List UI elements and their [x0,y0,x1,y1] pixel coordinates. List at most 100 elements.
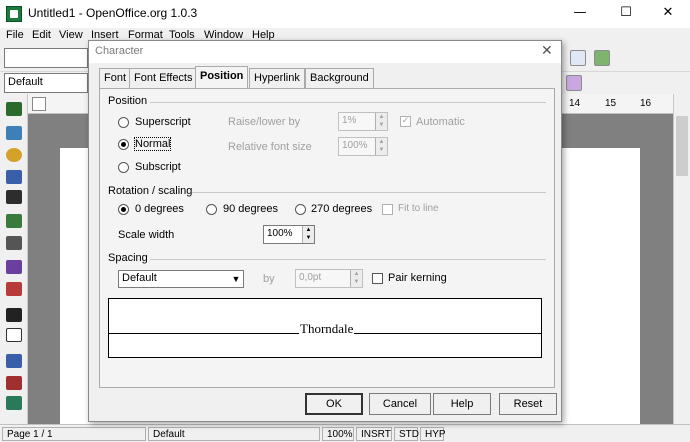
chevron-down-icon[interactable]: ▼ [229,271,243,287]
insert-objects-icon[interactable] [6,148,22,162]
status-page-style[interactable]: Default [148,427,320,441]
automatic-checkbox[interactable]: ✓ [400,116,411,127]
insert-fields-icon[interactable] [6,126,22,140]
scale-width-value: 100% [267,228,293,239]
pair-kerning-checkbox[interactable] [372,273,383,284]
raise-lower-label: Raise/lower by [228,116,301,128]
dialog-titlebar: Character ✕ [89,41,561,63]
superscript-radio[interactable] [118,117,129,128]
separator [150,102,546,103]
vertical-scrollbar[interactable] [673,94,690,424]
separator [192,192,546,193]
automatic-label: Automatic [416,116,465,128]
tab-stop-selector[interactable] [32,97,46,111]
spacing-mode-select[interactable]: Default ▼ [118,270,244,288]
ruler-mark: 14 [569,98,581,109]
status-insert-mode[interactable]: INSRT [356,427,392,441]
raise-lower-value: 1% [342,115,357,126]
relative-font-size-field[interactable]: 100% ▲ ▼ [338,137,388,156]
html-source-icon[interactable] [6,328,22,342]
preview-box: Thorndale [108,298,542,358]
tab-font-effects[interactable]: Font Effects [129,68,198,88]
character-dialog: Character ✕ Font Font Effects Position H… [88,40,562,422]
form-functions-icon[interactable] [6,190,22,204]
pair-kerning-label[interactable]: Pair kerning [388,272,447,284]
statusbar: Page 1 / 1 Default 100% INSRT STD HYP [0,424,690,442]
url-combo[interactable] [4,48,88,68]
status-hyphenation[interactable]: HYP [420,427,446,441]
spin-buttons-icon[interactable]: ▲ ▼ [375,138,387,155]
scale-width-field[interactable]: 100% ▲ ▼ [263,225,315,244]
help-button[interactable]: Help [433,393,491,415]
status-zoom[interactable]: 100% [322,427,354,441]
rotate-90-label[interactable]: 90 degrees [223,203,278,215]
cancel-button[interactable]: Cancel [369,393,431,415]
ruler-mark: 16 [640,98,652,109]
preview-area: Thorndale [108,298,542,358]
spacing-by-value: 0,0pt [299,272,322,283]
window-titlebar: Untitled1 - OpenOffice.org 1.0.3 — ☐ ✕ [0,0,690,28]
insert-table-icon[interactable] [6,102,22,116]
menu-view[interactable]: View [59,29,83,41]
spacing-mode-value: Default [122,272,157,284]
tab-position[interactable]: Position [195,66,249,88]
close-button[interactable]: ✕ [646,0,690,28]
toolbar-tool-icon[interactable] [570,50,586,66]
rotation-group-label: Rotation / scaling [108,185,193,197]
subscript-radio[interactable] [118,162,129,173]
spin-buttons-icon[interactable]: ▲ ▼ [375,113,387,130]
rotate-90-radio[interactable] [206,204,217,215]
raise-lower-field[interactable]: 1% ▲ ▼ [338,112,388,131]
scale-width-label: Scale width [118,229,175,241]
preview-text: Thorndale [299,321,355,337]
nonprinting-chars-icon[interactable] [6,354,22,368]
status-page: Page 1 / 1 [2,427,146,441]
spacing-group-label: Spacing [108,252,148,264]
maximize-button[interactable]: ☐ [604,0,648,28]
tab-font[interactable]: Font [99,68,132,88]
superscript-label[interactable]: Superscript [135,116,191,128]
show-draw-icon[interactable] [6,376,22,390]
text-cursor-icon[interactable] [6,236,22,250]
fit-to-line-label: Fit to line [398,203,439,214]
dialog-close-icon[interactable]: ✕ [541,43,553,59]
main-toolbar [0,94,28,424]
minimize-button[interactable]: — [558,0,602,28]
spin-buttons-icon[interactable]: ▲ ▼ [302,226,314,243]
menu-file[interactable]: File [6,29,24,41]
rotate-0-radio[interactable] [118,204,129,215]
find-replace-icon[interactable] [6,282,22,296]
spellcheck-icon[interactable] [6,214,22,228]
spacing-by-field[interactable]: 0,0pt ▲ ▼ [295,269,363,288]
window-title: Untitled1 - OpenOffice.org 1.0.3 [28,6,198,20]
rotate-0-label[interactable]: 0 degrees [135,203,184,215]
relative-font-size-value: 100% [342,140,368,151]
spin-buttons-icon[interactable]: ▲ ▼ [350,270,362,287]
separator [150,259,546,260]
menu-edit[interactable]: Edit [32,29,51,41]
normal-label[interactable]: Normal [133,137,172,151]
status-selection-mode[interactable]: STD [394,427,419,441]
gallery-icon[interactable] [594,50,610,66]
relative-font-size-label: Relative font size [228,141,312,153]
navigator-icon[interactable] [6,308,22,322]
ok-button[interactable]: OK [305,393,363,415]
position-group-label: Position [108,95,148,107]
reset-button[interactable]: Reset [499,393,557,415]
tab-hyperlink[interactable]: Hyperlink [249,68,305,88]
ruler-mark: 15 [605,98,617,109]
subscript-label[interactable]: Subscript [135,161,181,173]
rotate-270-label[interactable]: 270 degrees [311,203,372,215]
draw-functions-icon[interactable] [6,170,22,184]
online-layout-icon[interactable] [6,396,22,410]
paragraph-style-combo[interactable]: Default [4,73,88,93]
styles-icon[interactable] [566,75,582,91]
position-tab-panel: Position Superscript Normal Subscript Ra… [99,88,555,388]
scroll-thumb[interactable] [676,116,688,176]
openoffice-icon [6,6,22,22]
tab-background[interactable]: Background [305,68,374,88]
auto-spellcheck-icon[interactable] [6,260,22,274]
normal-radio[interactable] [118,139,129,150]
rotate-270-radio[interactable] [295,204,306,215]
fit-to-line-checkbox[interactable] [382,204,393,215]
